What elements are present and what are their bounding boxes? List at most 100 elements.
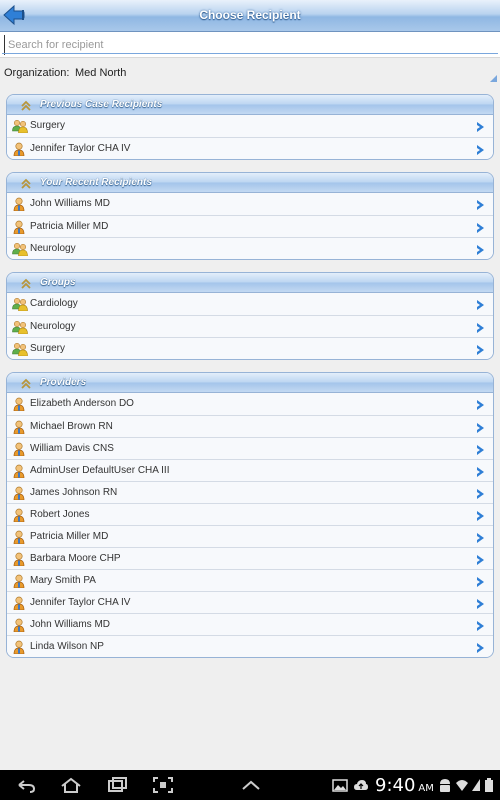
section-header[interactable]: Groups [7,273,493,293]
recipient-row[interactable]: Surgery [7,115,493,137]
group-icon [12,242,28,257]
search-bar [0,32,500,58]
chevron-right-icon[interactable] [476,465,485,477]
recipient-row[interactable]: William Davis CNS [7,437,493,459]
recipient-row[interactable]: Michael Brown RN [7,415,493,437]
recipient-row[interactable]: James Johnson RN [7,481,493,503]
section-groups: Groups Cardiology Neurology Surgery [6,272,494,360]
person-icon [12,420,26,435]
section-header[interactable]: Your Recent Recipients [7,173,493,193]
section-title: Previous Case Recipients [40,99,163,110]
person-icon [12,508,26,523]
recipient-row[interactable]: Robert Jones [7,503,493,525]
home-nav-icon[interactable] [60,776,82,794]
chevron-right-icon[interactable] [476,398,485,410]
recipient-row[interactable]: Linda Wilson NP [7,635,493,657]
group-icon [12,119,28,134]
recipient-label: Jennifer Taylor CHA IV [30,143,131,154]
chevron-right-icon[interactable] [476,575,485,587]
recipient-row[interactable]: Jennifer Taylor CHA IV [7,591,493,613]
menu-up-icon[interactable] [240,776,262,794]
chevron-right-icon[interactable] [476,487,485,499]
section-title: Groups [40,277,76,288]
chevron-right-icon[interactable] [476,641,485,653]
recipient-label: Linda Wilson NP [30,641,104,652]
person-icon [12,596,26,611]
recipient-row[interactable]: Mary Smith PA [7,569,493,591]
chevron-right-icon[interactable] [476,321,485,333]
recipient-row[interactable]: Neurology [7,315,493,337]
person-icon [12,142,26,157]
recipient-row[interactable]: Patricia Miller MD [7,525,493,547]
section-previous-case-recipients: Previous Case Recipients Surgery Jennifer … [6,94,494,160]
recipient-label: James Johnson RN [30,487,118,498]
recipient-row[interactable]: AdminUser DefaultUser CHA III [7,459,493,481]
system-navigation-bar: 9:40 AM [0,770,500,800]
android-icon [440,779,450,792]
recipient-label: Barbara Moore CHP [30,553,121,564]
back-nav-icon[interactable] [15,776,37,794]
recipient-label: Michael Brown RN [30,421,113,432]
person-icon [12,640,26,655]
chevron-right-icon[interactable] [476,509,485,521]
double-chevron-up-icon[interactable] [20,377,32,389]
person-icon [12,574,26,589]
recipient-label: John Williams MD [30,198,111,209]
chevron-right-icon[interactable] [476,143,485,155]
person-icon [12,530,26,545]
double-chevron-up-icon[interactable] [20,277,32,289]
chevron-right-icon[interactable] [476,298,485,310]
recipient-row[interactable]: Elizabeth Anderson DO [7,393,493,415]
recipient-row[interactable]: Barbara Moore CHP [7,547,493,569]
recent-apps-icon[interactable] [106,776,128,794]
section-header[interactable]: Previous Case Recipients [7,95,493,115]
organization-selector[interactable]: Organization: Med North [0,58,500,86]
search-input[interactable] [4,35,494,55]
recipient-row[interactable]: Patricia Miller MD [7,215,493,237]
recipient-row[interactable]: Jennifer Taylor CHA IV [7,137,493,159]
person-icon [12,552,26,567]
person-icon [12,197,26,212]
section-providers: Providers Elizabeth Anderson DO Michael Br… [6,372,494,658]
chevron-right-icon[interactable] [476,619,485,631]
person-icon [12,442,26,457]
title-bar: Choose Recipient [0,0,500,32]
signal-icon [472,779,480,791]
recipient-label: Mary Smith PA [30,575,96,586]
chevron-right-icon[interactable] [476,531,485,543]
wifi-icon [456,780,468,791]
chevron-right-icon[interactable] [476,243,485,255]
section-title: Providers [40,377,87,388]
screenshot-icon[interactable] [152,776,174,794]
recipient-label: Surgery [30,120,66,131]
double-chevron-up-icon[interactable] [20,99,32,111]
double-chevron-up-icon[interactable] [20,177,32,189]
person-icon [12,486,26,501]
chevron-right-icon[interactable] [476,343,485,355]
recipient-label: Patricia Miller MD [30,221,109,232]
recipient-label: Jennifer Taylor CHA IV [30,597,131,608]
dropdown-corner-icon [490,75,497,82]
section-header[interactable]: Providers [7,373,493,393]
chevron-right-icon[interactable] [476,597,485,609]
chevron-right-icon[interactable] [476,120,485,132]
recipient-label: Cardiology [30,298,78,309]
recipient-row[interactable]: Surgery [7,337,493,359]
image-notification-icon [332,779,348,792]
recipient-row[interactable]: John Williams MD [7,613,493,635]
recipient-row[interactable]: Cardiology [7,293,493,315]
recipient-row[interactable]: Neurology [7,237,493,259]
page-title: Choose Recipient [199,8,301,22]
group-icon [12,297,28,312]
chevron-right-icon[interactable] [476,421,485,433]
chevron-right-icon[interactable] [476,443,485,455]
organization-label: Organization: [4,67,70,79]
chevron-right-icon[interactable] [476,221,485,233]
person-icon [12,618,26,633]
section-your-recent-recipients: Your Recent Recipients John Williams MD Pa… [6,172,494,260]
chevron-right-icon[interactable] [476,198,485,210]
recipient-row[interactable]: John Williams MD [7,193,493,215]
person-icon [12,464,26,479]
person-icon [12,397,26,412]
chevron-right-icon[interactable] [476,553,485,565]
